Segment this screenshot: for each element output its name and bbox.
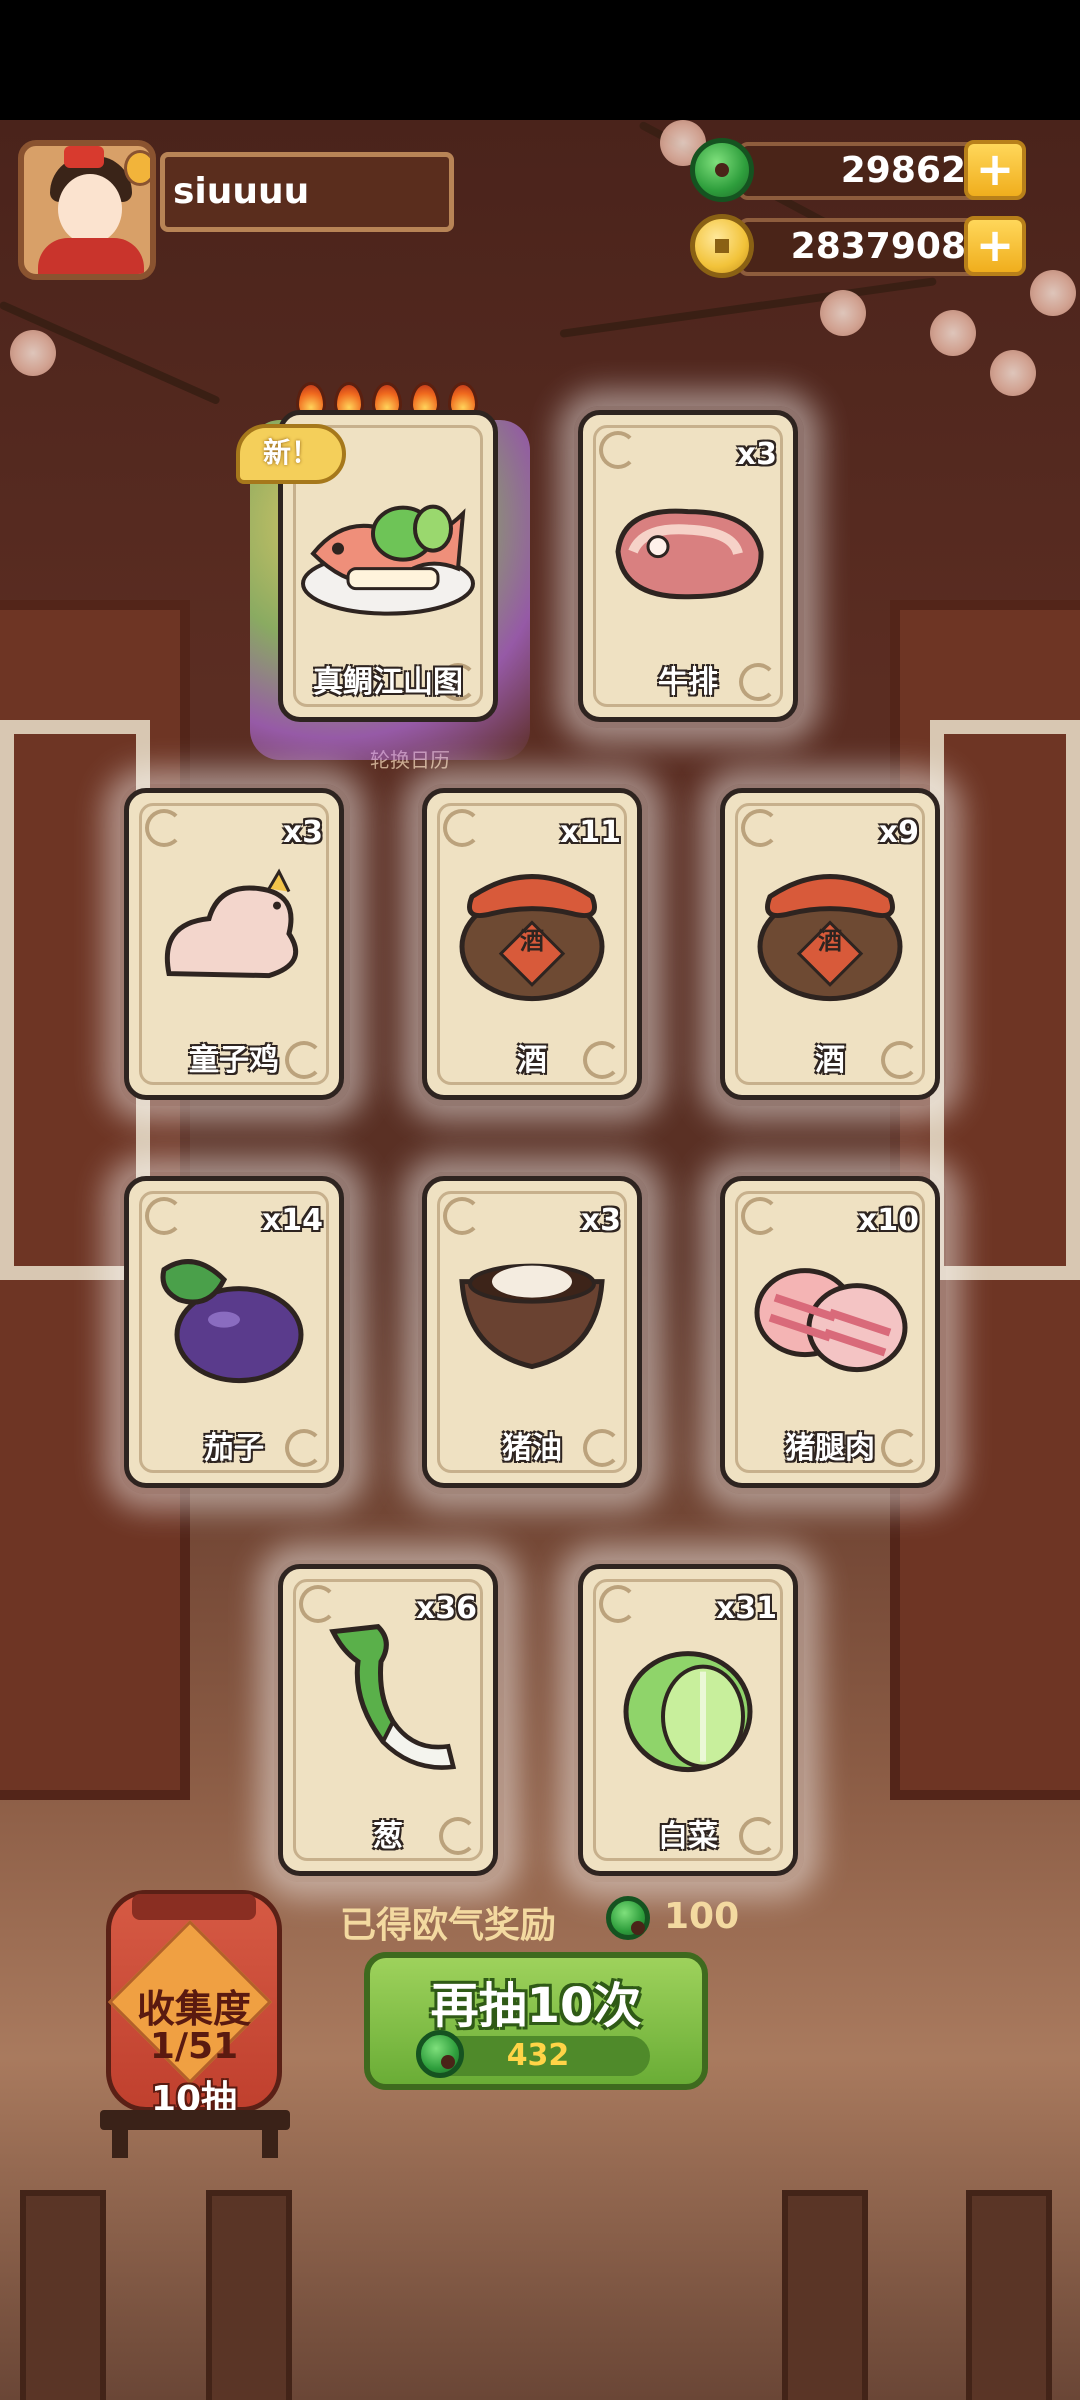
fence-post [20,2190,106,2400]
avatar-face [58,174,122,244]
left-lattice-inner [30,760,120,1240]
card-label: 童子鸡 [189,1043,279,1078]
draw-button-label: 再抽10次 [430,1978,642,2034]
card-qty: x3 [736,437,777,472]
lantern-stand [100,2110,290,2130]
flame-badge-icon [124,150,150,186]
card-qty: x3 [580,1203,621,1238]
card-label: 酒 [517,1043,547,1078]
jade-icon [690,138,754,202]
collection-label: 收集度 [136,1987,251,2031]
card-qty: x9 [878,815,919,850]
player-name: siuuuu [160,152,454,232]
card-label: 猪腿肉 [785,1431,875,1466]
reward-value: 100 [664,1896,740,1937]
add-jade-button[interactable]: + [964,140,1026,200]
card-label: 猪油 [502,1431,562,1466]
coin-counter: 2837908 [738,218,984,276]
card-wine-2[interactable]: x9 酒 酒 [720,788,940,1100]
avatar[interactable] [18,140,156,280]
reward-label: 已得欧气奖励 [340,1905,557,1946]
scallion-icon [313,1622,463,1786]
status-bar-area [0,0,1080,120]
avatar-crown [64,146,104,168]
branch [559,277,937,338]
jade-counter: 29862 [738,142,984,200]
card-steak[interactable]: x3 牛排 [578,410,798,722]
card-cabbage[interactable]: x31 白菜 [578,1564,798,1876]
lantern-leg [112,2128,128,2158]
fence-post [782,2190,868,2400]
card-qty: x14 [261,1203,323,1238]
draw-again-button[interactable]: 再抽10次 432 [364,1952,708,2090]
add-coin-button[interactable]: + [964,216,1026,276]
blossom [820,290,866,336]
card-label: 酒 [815,1043,845,1078]
card-label: 葱 [373,1819,403,1854]
right-lattice-inner [960,760,1050,1240]
fence-post [966,2190,1052,2400]
card-qty: x10 [857,1203,919,1238]
lantern-leg [262,2128,278,2158]
collection-progress: 1/51 [149,2026,239,2067]
blossom [10,330,56,376]
card-chicken[interactable]: x3 童子鸡 [124,788,344,1100]
blossom [930,310,976,356]
pork-icon [745,1258,915,1382]
jade-count: 29862 [840,150,966,191]
card-label: 真鲷江山图 [313,665,463,700]
draw-cost: 432 [416,2030,650,2078]
blossom [1030,270,1076,316]
new-badge: 新！ [236,424,346,484]
fence-post [206,2190,292,2400]
jar-text: 酒 [520,927,544,955]
coin-count: 2837908 [790,226,966,267]
fish-platter-icon [293,474,483,628]
coin-icon [690,214,754,278]
chicken-icon [149,864,319,998]
cabbage-icon [608,1622,768,1786]
card-scallion[interactable]: x36 葱 [278,1564,498,1876]
lard-icon [447,1252,617,1386]
draw-cost-value: 432 [506,2038,570,2073]
card-eggplant[interactable]: x14 茄子 [124,1176,344,1488]
card-qty: x3 [282,815,323,850]
avatar-body [38,238,144,274]
card-label: 牛排 [658,665,718,700]
jar-text: 酒 [818,927,842,955]
card-label: 茄子 [204,1431,264,1466]
card-qty: x11 [559,815,621,850]
card-label: 白菜 [658,1819,718,1854]
card-pork[interactable]: x10 猪腿肉 [720,1176,940,1488]
card-wine-1[interactable]: x11 酒 酒 [422,788,642,1100]
card-lard[interactable]: x3 猪油 [422,1176,642,1488]
blossom [990,350,1036,396]
eggplant-icon [154,1240,314,1394]
steak-icon [603,492,773,616]
lantern-cap [132,1894,256,1920]
jade-icon [606,1896,650,1940]
